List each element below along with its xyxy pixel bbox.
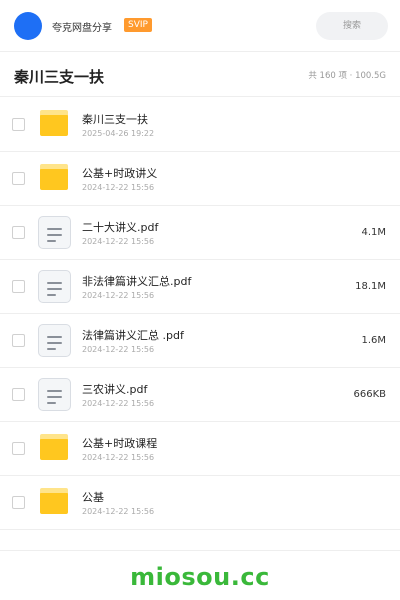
file-row[interactable]: 公基 2024-12-22 15:56 xyxy=(0,476,400,530)
file-name: 公基+时政讲义 xyxy=(82,167,158,180)
select-checkbox[interactable] xyxy=(12,172,25,185)
file-row[interactable]: 非法律篇讲义汇总.pdf 2024-12-22 15:56 18.1M xyxy=(0,260,400,314)
file-row[interactable]: 秦川三支一扶 2025-04-26 19:22 xyxy=(0,98,400,152)
file-name: 法律篇讲义汇总 .pdf xyxy=(82,329,184,342)
folder-header: 秦川三支一扶 共 160 项 · 100.5G xyxy=(0,53,400,97)
document-icon xyxy=(38,216,71,249)
folder-icon xyxy=(40,434,68,460)
file-date: 2024-12-22 15:56 xyxy=(82,345,155,354)
file-row[interactable]: 法律篇讲义汇总 .pdf 2024-12-22 15:56 1.6M xyxy=(0,314,400,368)
file-date: 2025-04-26 19:22 xyxy=(82,129,155,138)
file-name: 公基+时政课程 xyxy=(82,437,158,450)
file-name: 非法律篇讲义汇总.pdf xyxy=(82,275,192,288)
select-checkbox[interactable] xyxy=(12,388,25,401)
document-icon xyxy=(38,270,71,303)
folder-icon xyxy=(40,110,68,136)
file-date: 2024-12-22 15:56 xyxy=(82,453,155,462)
file-size: 4.1M xyxy=(361,227,386,238)
file-name: 二十大讲义.pdf xyxy=(82,221,159,234)
select-checkbox[interactable] xyxy=(12,280,25,293)
file-row[interactable]: 公基+时政讲义 2024-12-22 15:56 xyxy=(0,152,400,206)
quark-logo-icon[interactable] xyxy=(14,12,42,40)
search-button[interactable]: 搜索 xyxy=(316,12,388,40)
select-checkbox[interactable] xyxy=(12,496,25,509)
select-checkbox[interactable] xyxy=(12,226,25,239)
file-date: 2024-12-22 15:56 xyxy=(82,507,155,516)
page-title: 秦川三支一扶 xyxy=(14,68,105,86)
item-summary: 共 160 项 · 100.5G xyxy=(308,71,386,81)
watermark-text: miosou.cc xyxy=(130,563,270,591)
top-bar: 夸克网盘分享 SVIP 搜索 xyxy=(0,0,400,52)
folder-icon xyxy=(40,164,68,190)
file-name: 秦川三支一扶 xyxy=(82,113,148,126)
folder-icon xyxy=(40,488,68,514)
file-row[interactable]: 二十大讲义.pdf 2024-12-22 15:56 4.1M xyxy=(0,206,400,260)
file-date: 2024-12-22 15:56 xyxy=(82,399,155,408)
select-checkbox[interactable] xyxy=(12,118,25,131)
file-row[interactable]: 公基+时政课程 2024-12-22 15:56 xyxy=(0,422,400,476)
document-icon xyxy=(38,324,71,357)
file-date: 2024-12-22 15:56 xyxy=(82,237,155,246)
document-icon xyxy=(38,378,71,411)
file-name: 三农讲义.pdf xyxy=(82,383,148,396)
file-date: 2024-12-22 15:56 xyxy=(82,183,155,192)
brand-title: 夸克网盘分享 xyxy=(52,23,112,34)
select-checkbox[interactable] xyxy=(12,334,25,347)
select-checkbox[interactable] xyxy=(12,442,25,455)
file-name: 公基 xyxy=(82,491,104,504)
svip-badge[interactable]: SVIP xyxy=(124,18,152,32)
footer-bar: miosou.cc xyxy=(0,550,400,600)
file-row[interactable]: 三农讲义.pdf 2024-12-22 15:56 666KB xyxy=(0,368,400,422)
file-size: 666KB xyxy=(353,389,386,400)
file-size: 1.6M xyxy=(361,335,386,346)
file-date: 2024-12-22 15:56 xyxy=(82,291,155,300)
file-size: 18.1M xyxy=(355,281,386,292)
